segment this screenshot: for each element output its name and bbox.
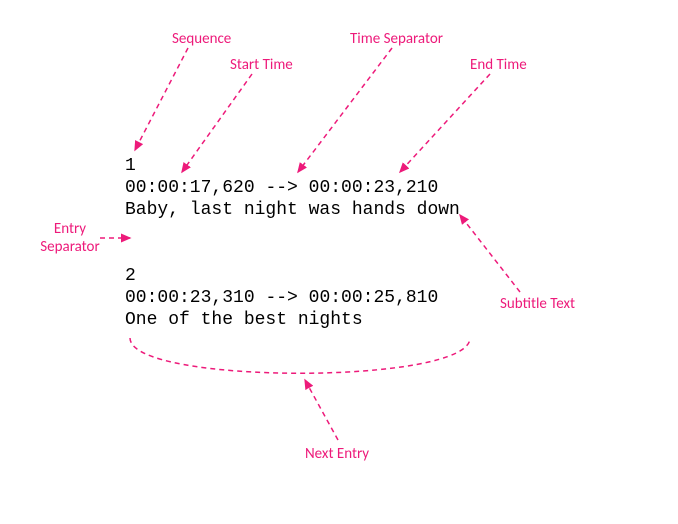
- subtitle-text: Baby, last night was hands down: [125, 200, 460, 220]
- label-start-time: Start Time: [230, 56, 293, 74]
- subtitle-text: One of the best nights: [125, 310, 363, 330]
- arrow-sequence: [135, 48, 188, 150]
- start-time: 00:00:23,310: [125, 288, 255, 308]
- time-separator: -->: [265, 178, 297, 198]
- entry-2: 2 00:00:23,310 --> 00:00:25,810 One of t…: [125, 265, 438, 331]
- time-separator: -->: [265, 288, 297, 308]
- entry-1: 1 00:00:17,620 --> 00:00:23,210 Baby, la…: [125, 155, 460, 221]
- arrow-time-separator: [298, 48, 392, 172]
- label-end-time: End Time: [470, 56, 527, 74]
- diagram-stage: 1 00:00:17,620 --> 00:00:23,210 Baby, la…: [0, 0, 678, 524]
- label-sequence: Sequence: [172, 30, 231, 48]
- arrow-subtitle-text: [460, 215, 520, 292]
- bracket-next-entry: [130, 338, 470, 373]
- label-time-separator: Time Separator: [350, 30, 443, 48]
- start-time: 00:00:17,620: [125, 178, 255, 198]
- label-entry-separator: EntrySeparator: [30, 220, 110, 256]
- label-subtitle-text: Subtitle Text: [500, 295, 575, 313]
- sequence-number: 1: [125, 156, 136, 176]
- label-next-entry: Next Entry: [305, 445, 369, 463]
- end-time: 00:00:25,810: [309, 288, 439, 308]
- sequence-number: 2: [125, 266, 136, 286]
- end-time: 00:00:23,210: [309, 178, 439, 198]
- arrow-next-entry: [305, 380, 338, 440]
